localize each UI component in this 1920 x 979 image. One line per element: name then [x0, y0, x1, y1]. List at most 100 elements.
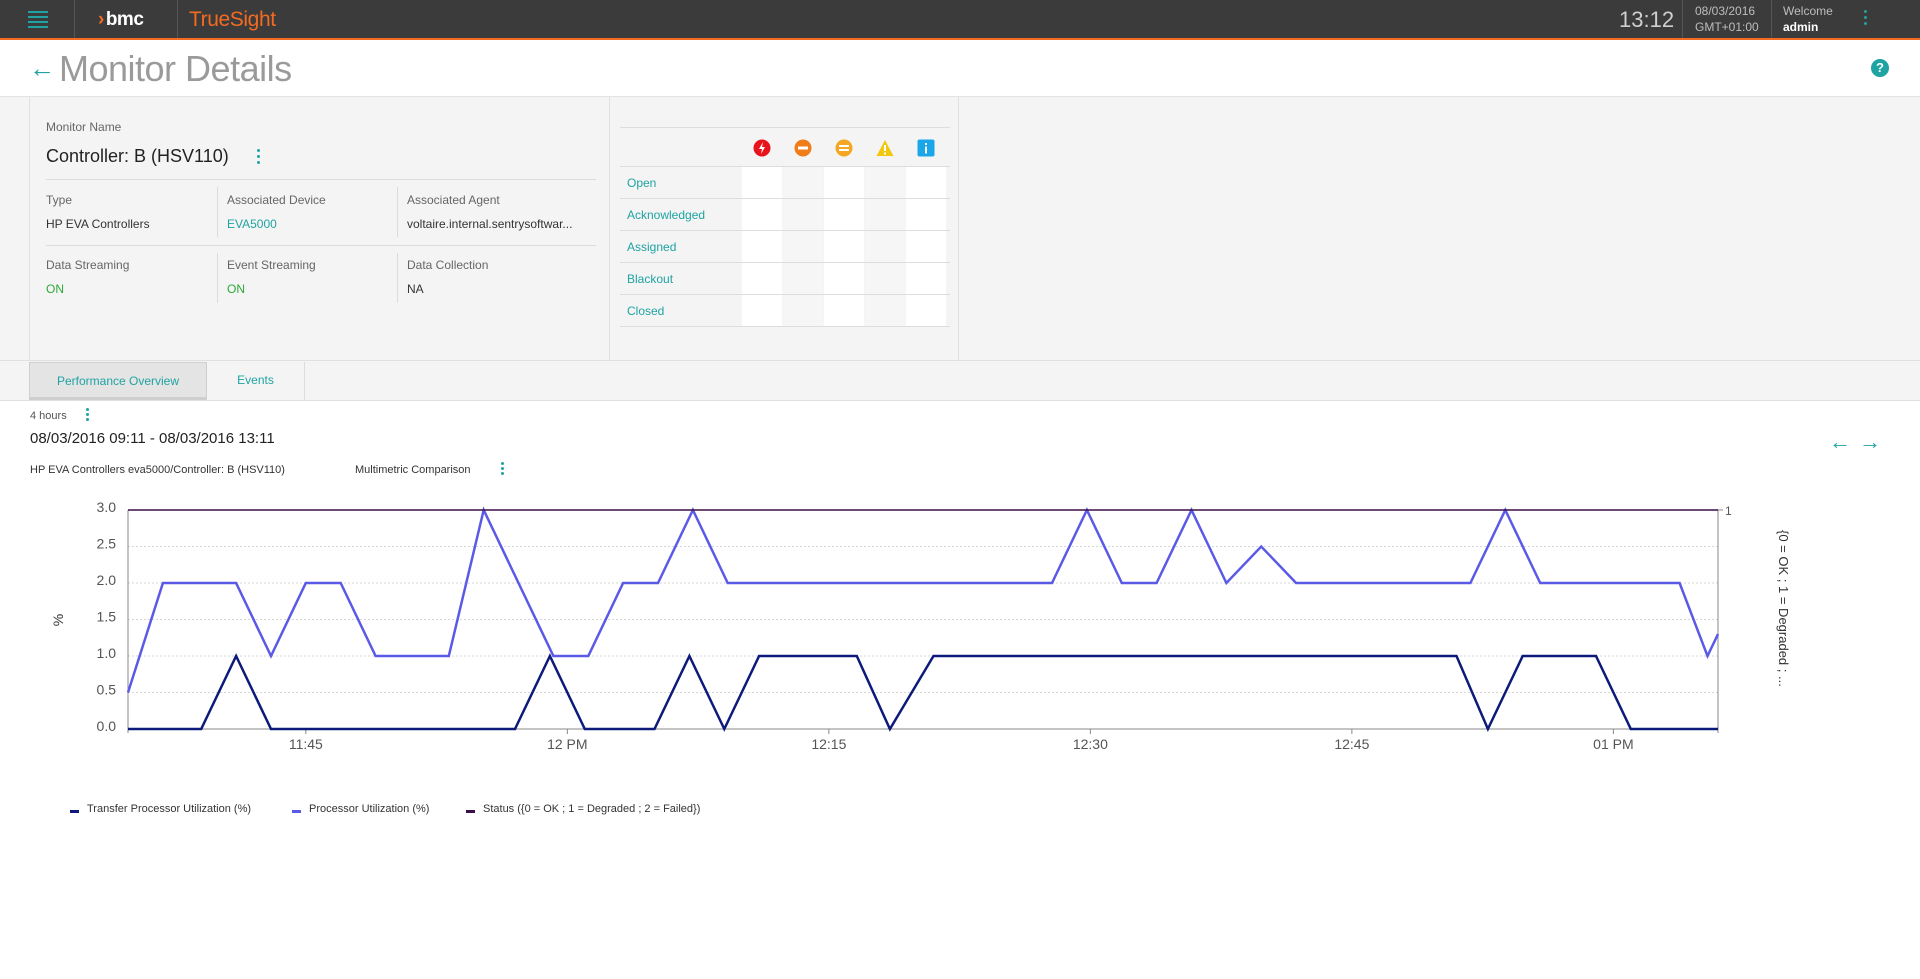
date-box: 08/03/2016 GMT+01:00 [1695, 3, 1759, 35]
hamburger-menu-icon[interactable] [28, 11, 48, 28]
performance-chart: 3.0 2.5 2.0 1.5 1.0 0.5 0.0 1 11:45 12 PM 12:15 12:… [50, 499, 1791, 752]
monitor-name-label: Monitor Name [46, 120, 122, 134]
matrix-row-blackout: Blackout [620, 263, 950, 295]
series-line-1 [126, 506, 1720, 693]
tab-bar: Performance Overview Events [0, 361, 1920, 401]
brand-text: bmc [105, 9, 144, 30]
associated-agent-value: voltaire.internal.sentrysoftwar... [407, 217, 573, 231]
legend-swatch [70, 809, 79, 813]
help-icon[interactable]: ? [1871, 59, 1889, 77]
matrix-cell[interactable] [906, 263, 946, 294]
matrix-cell[interactable] [783, 199, 823, 230]
info-icon[interactable] [917, 139, 935, 157]
timezone: GMT+01:00 [1695, 20, 1759, 34]
column-divider [397, 253, 398, 303]
user-name[interactable]: admin [1783, 19, 1833, 35]
time-range-duration[interactable]: 4 hours [30, 410, 67, 422]
bmc-logo: › bmc [98, 9, 144, 31]
warning-icon[interactable] [876, 139, 894, 157]
legend-item-status[interactable]: Status ({0 = OK ; 1 = Degraded ; 2 = Fai… [466, 803, 700, 815]
time-range-kebab-icon[interactable] [84, 408, 90, 424]
matrix-cell[interactable] [783, 295, 823, 326]
matrix-cell[interactable] [783, 167, 823, 198]
x-tick-label: 12:15 [811, 736, 846, 752]
matrix-cell[interactable] [783, 231, 823, 262]
matrix-cell[interactable] [783, 263, 823, 294]
matrix-row-label[interactable]: Blackout [627, 272, 673, 286]
monitor-name: Controller: B (HSV110) [46, 146, 229, 166]
associated-device-link[interactable]: EVA5000 [227, 217, 277, 231]
matrix-row-label[interactable]: Closed [627, 304, 664, 318]
topbar-divider [1771, 0, 1772, 38]
back-arrow-icon[interactable]: ← [29, 53, 55, 84]
event-streaming-label: Event Streaming [227, 258, 316, 272]
matrix-cell[interactable] [865, 295, 905, 326]
welcome-label: Welcome [1783, 4, 1833, 18]
welcome-box: Welcome admin [1783, 3, 1833, 35]
divider [46, 245, 596, 246]
matrix-cell[interactable] [865, 231, 905, 262]
matrix-cell[interactable] [906, 231, 946, 262]
type-value: HP EVA Controllers [46, 217, 150, 231]
time-navigation: ← → [1826, 430, 1886, 456]
matrix-cell[interactable] [824, 295, 864, 326]
severity-header [620, 127, 950, 167]
y-axis-label: % [50, 614, 66, 626]
matrix-cell[interactable] [906, 295, 946, 326]
user-menu-kebab-icon[interactable] [1862, 10, 1868, 30]
x-tick-label: 01 PM [1593, 736, 1633, 752]
page-header: ← Monitor Details ? [0, 40, 1920, 97]
matrix-cell[interactable] [865, 263, 905, 294]
matrix-cell[interactable] [865, 199, 905, 230]
matrix-cell[interactable] [742, 199, 782, 230]
time-range-text: 08/03/2016 09:11 - 08/03/2016 13:11 [30, 430, 275, 447]
chart-type[interactable]: Multimetric Comparison [355, 464, 471, 476]
legend-item-transfer-processor[interactable]: Transfer Processor Utilization (%) [70, 803, 251, 815]
matrix-cell[interactable] [742, 167, 782, 198]
matrix-cell[interactable] [824, 167, 864, 198]
matrix-cell[interactable] [742, 231, 782, 262]
y-tick-label: 2.0 [97, 572, 117, 588]
matrix-row-label[interactable]: Acknowledged [627, 208, 705, 222]
tab-events[interactable]: Events [207, 362, 305, 400]
x-tick-label: 12:45 [1334, 736, 1369, 752]
top-bar: › bmc TrueSight 13:12 08/03/2016 GMT+01:0… [0, 0, 1920, 40]
matrix-row-label[interactable]: Assigned [627, 240, 676, 254]
legend-label: Transfer Processor Utilization (%) [87, 803, 252, 815]
divider [46, 179, 596, 180]
matrix-row-label[interactable]: Open [627, 176, 656, 190]
minor-icon[interactable] [835, 139, 853, 157]
data-streaming-value: ON [46, 282, 64, 296]
matrix-cell[interactable] [906, 199, 946, 230]
matrix-cell[interactable] [865, 167, 905, 198]
tab-performance-overview[interactable]: Performance Overview [29, 362, 207, 400]
matrix-cell[interactable] [824, 231, 864, 262]
legend-swatch [292, 809, 301, 813]
matrix-cell[interactable] [742, 295, 782, 326]
legend-label: Processor Utilization (%) [309, 803, 430, 815]
clock: 13:12 [1619, 7, 1675, 32]
chart-source: HP EVA Controllers eva5000/Controller: B… [30, 464, 285, 476]
y-tick-label: 3.0 [97, 499, 117, 515]
x-tick-label: 12:30 [1073, 736, 1108, 752]
data-streaming-label: Data Streaming [46, 258, 130, 272]
major-icon[interactable] [794, 139, 812, 157]
y2-tick-label: 1 [1725, 504, 1732, 518]
data-collection-value: NA [407, 282, 424, 296]
previous-period-arrow-icon[interactable]: ← [1826, 430, 1854, 456]
matrix-cell[interactable] [824, 199, 864, 230]
column-divider [217, 187, 218, 237]
y2-axis-label: {0 = OK ; 1 = Degraded ; ... [1776, 530, 1791, 687]
critical-icon[interactable] [753, 139, 771, 157]
monitor-actions-kebab-icon[interactable] [255, 149, 261, 169]
data-collection-label: Data Collection [407, 258, 489, 272]
matrix-cell[interactable] [906, 167, 946, 198]
matrix-cell[interactable] [824, 263, 864, 294]
series-line-0 [128, 653, 1718, 733]
chart-type-kebab-icon[interactable] [499, 462, 505, 478]
topbar-divider [177, 0, 178, 38]
panel-border [958, 97, 959, 361]
next-period-arrow-icon[interactable]: → [1856, 430, 1884, 456]
matrix-cell[interactable] [742, 263, 782, 294]
legend-item-processor[interactable]: Processor Utilization (%) [292, 803, 429, 815]
